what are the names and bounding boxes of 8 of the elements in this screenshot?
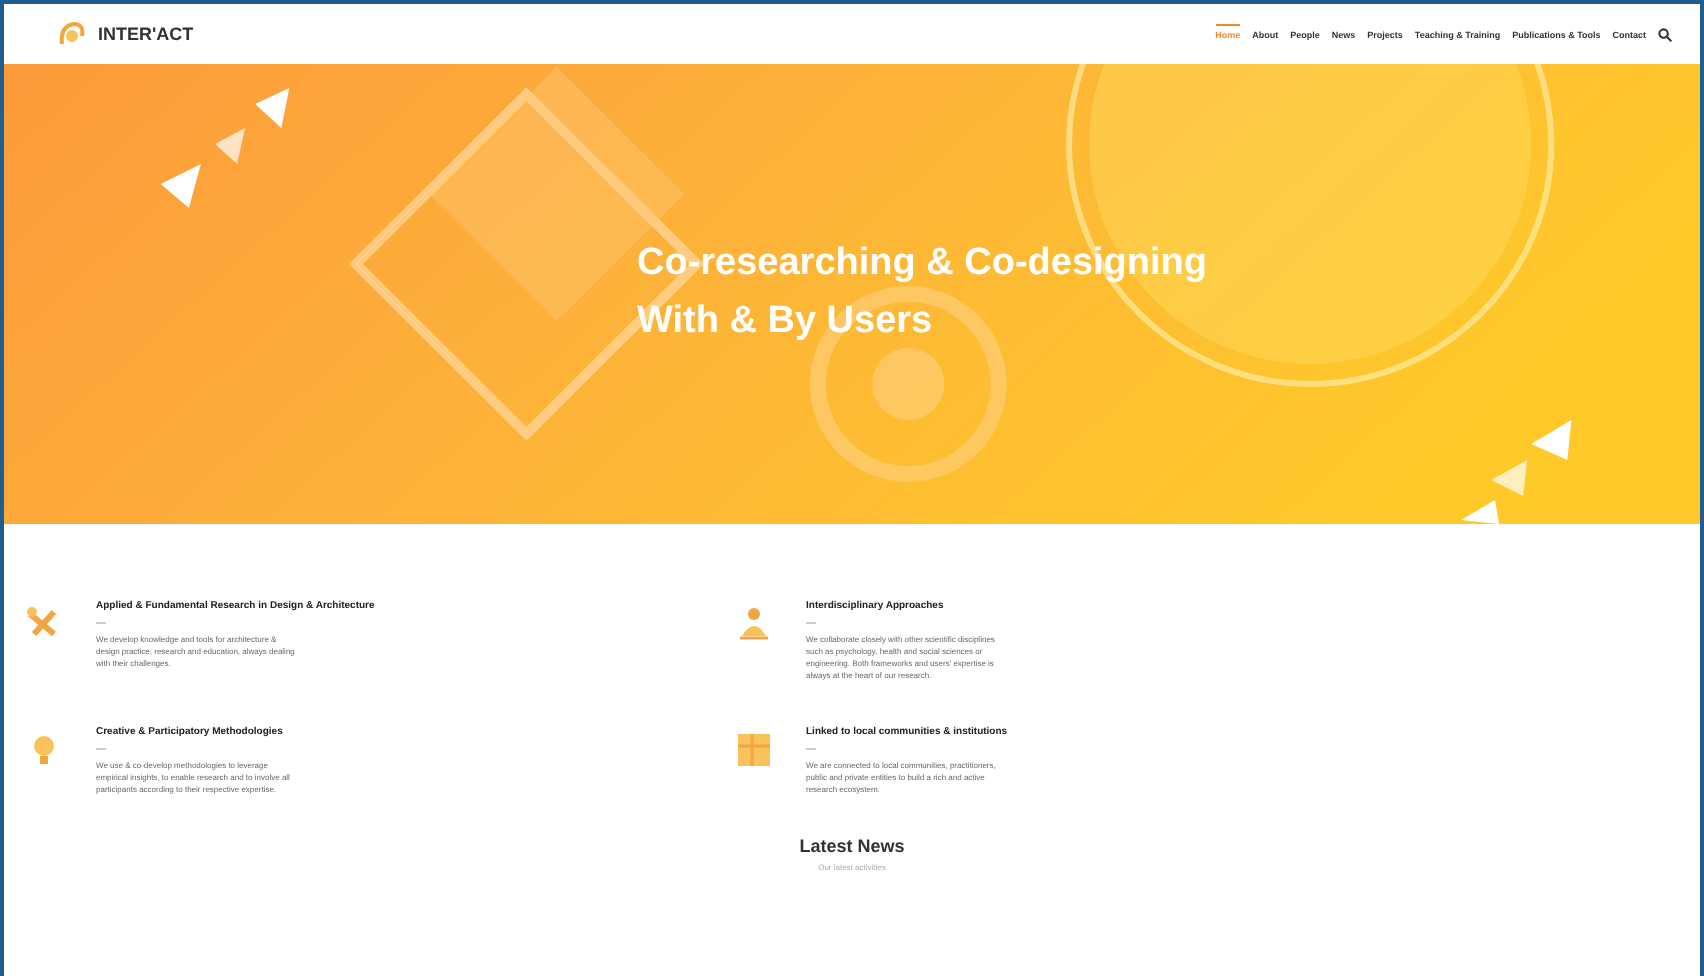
- hero-heading: With & By Users: [636, 302, 935, 344]
- people-icon: [734, 604, 774, 644]
- map-icon: [734, 730, 774, 770]
- logo-icon: [56, 18, 88, 50]
- logo-text[interactable]: INTER'ACT: [98, 24, 194, 44]
- search-icon[interactable]: [1658, 27, 1672, 41]
- hero-heading: Co-researching & Co-designing: [636, 244, 1208, 286]
- section-heading: Latest News: [799, 836, 905, 856]
